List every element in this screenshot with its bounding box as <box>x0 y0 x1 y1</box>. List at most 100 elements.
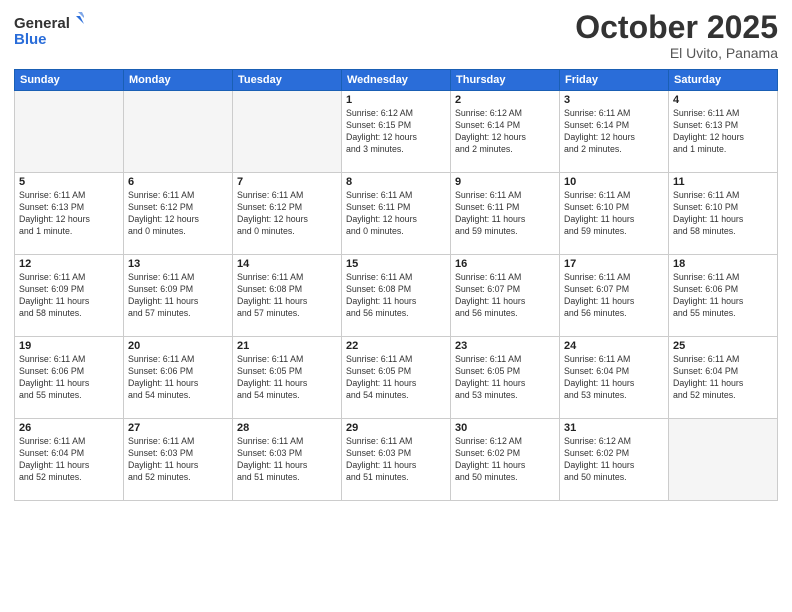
calendar-week-row: 1 Sunrise: 6:12 AM Sunset: 6:15 PM Daylig… <box>15 91 778 173</box>
header: General Blue October 2025 El Uvito, Pana… <box>14 10 778 61</box>
table-row: 8 Sunrise: 6:11 AM Sunset: 6:11 PM Daylig… <box>342 173 451 255</box>
day-number: 6 <box>128 176 228 188</box>
calendar-header-row: SundayMondayTuesdayWednesdayThursdayFrid… <box>15 70 778 91</box>
table-row: 1 Sunrise: 6:12 AM Sunset: 6:15 PM Daylig… <box>342 91 451 173</box>
table-row: 19 Sunrise: 6:11 AM Sunset: 6:06 PM Dayli… <box>15 337 124 419</box>
day-info: Sunrise: 6:11 AM Sunset: 6:05 PM Dayligh… <box>346 354 446 402</box>
table-row: 15Sunrise: 6:11 AM Sunset: 6:08 PM Dayli… <box>342 255 451 337</box>
logo: General Blue <box>14 10 84 54</box>
day-info: Sunrise: 6:11 AM Sunset: 6:05 PM Dayligh… <box>455 354 555 402</box>
table-row: 11 Sunrise: 6:11 AM Sunset: 6:10 PM Dayli… <box>669 173 778 255</box>
table-row: 27 Sunrise: 6:11 AM Sunset: 6:03 PM Dayli… <box>124 419 233 501</box>
calendar-week-row: 5 Sunrise: 6:11 AM Sunset: 6:13 PM Daylig… <box>15 173 778 255</box>
day-info: Sunrise: 6:11 AM Sunset: 6:04 PM Dayligh… <box>19 436 119 484</box>
day-info: Sunrise: 6:11 AM Sunset: 6:07 PM Dayligh… <box>455 272 555 320</box>
table-row: 28Sunrise: 6:11 AM Sunset: 6:03 PM Dayli… <box>233 419 342 501</box>
title-block: October 2025 El Uvito, Panama <box>575 10 778 61</box>
day-number: 1 <box>346 94 446 106</box>
day-info: Sunrise: 6:11 AM Sunset: 6:06 PM Dayligh… <box>673 272 773 320</box>
day-header: Saturday <box>669 70 778 91</box>
day-header: Monday <box>124 70 233 91</box>
day-number: 29 <box>346 422 446 434</box>
day-number: 5 <box>19 176 119 188</box>
day-number: 30 <box>455 422 555 434</box>
day-info: Sunrise: 6:11 AM Sunset: 6:11 PM Dayligh… <box>346 190 446 238</box>
table-row: 2 Sunrise: 6:12 AM Sunset: 6:14 PM Daylig… <box>451 91 560 173</box>
day-info: Sunrise: 6:11 AM Sunset: 6:14 PM Dayligh… <box>564 108 664 156</box>
day-info: Sunrise: 6:11 AM Sunset: 6:03 PM Dayligh… <box>346 436 446 484</box>
day-info: Sunrise: 6:11 AM Sunset: 6:10 PM Dayligh… <box>673 190 773 238</box>
day-number: 26 <box>19 422 119 434</box>
day-info: Sunrise: 6:11 AM Sunset: 6:08 PM Dayligh… <box>237 272 337 320</box>
day-number: 20 <box>128 340 228 352</box>
day-info: Sunrise: 6:11 AM Sunset: 6:04 PM Dayligh… <box>673 354 773 402</box>
day-info: Sunrise: 6:11 AM Sunset: 6:09 PM Dayligh… <box>128 272 228 320</box>
day-number: 2 <box>455 94 555 106</box>
day-info: Sunrise: 6:11 AM Sunset: 6:12 PM Dayligh… <box>128 190 228 238</box>
day-header: Thursday <box>451 70 560 91</box>
day-info: Sunrise: 6:12 AM Sunset: 6:02 PM Dayligh… <box>564 436 664 484</box>
day-number: 23 <box>455 340 555 352</box>
day-number: 12 <box>19 258 119 270</box>
day-header: Wednesday <box>342 70 451 91</box>
day-number: 18 <box>673 258 773 270</box>
table-row: 25 Sunrise: 6:11 AM Sunset: 6:04 PM Dayli… <box>669 337 778 419</box>
table-row: 31 Sunrise: 6:12 AM Sunset: 6:02 PM Dayli… <box>560 419 669 501</box>
day-number: 4 <box>673 94 773 106</box>
day-number: 10 <box>564 176 664 188</box>
table-row: 22Sunrise: 6:11 AM Sunset: 6:05 PM Dayli… <box>342 337 451 419</box>
table-row: 9 Sunrise: 6:11 AM Sunset: 6:11 PM Daylig… <box>451 173 560 255</box>
day-number: 31 <box>564 422 664 434</box>
day-info: Sunrise: 6:12 AM Sunset: 6:14 PM Dayligh… <box>455 108 555 156</box>
day-header: Tuesday <box>233 70 342 91</box>
calendar-week-row: 26 Sunrise: 6:11 AM Sunset: 6:04 PM Dayli… <box>15 419 778 501</box>
day-info: Sunrise: 6:11 AM Sunset: 6:11 PM Dayligh… <box>455 190 555 238</box>
day-number: 14 <box>237 258 337 270</box>
table-row: 21Sunrise: 6:11 AM Sunset: 6:05 PM Dayli… <box>233 337 342 419</box>
day-number: 16 <box>455 258 555 270</box>
day-info: Sunrise: 6:11 AM Sunset: 6:13 PM Dayligh… <box>19 190 119 238</box>
day-number: 17 <box>564 258 664 270</box>
table-row: 10 Sunrise: 6:11 AM Sunset: 6:10 PM Dayli… <box>560 173 669 255</box>
table-row: 16 Sunrise: 6:11 AM Sunset: 6:07 PM Dayli… <box>451 255 560 337</box>
day-number: 11 <box>673 176 773 188</box>
page: General Blue October 2025 El Uvito, Pana… <box>0 0 792 612</box>
table-row: 3Sunrise: 6:11 AM Sunset: 6:14 PM Daylig… <box>560 91 669 173</box>
day-number: 25 <box>673 340 773 352</box>
day-info: Sunrise: 6:11 AM Sunset: 6:13 PM Dayligh… <box>673 108 773 156</box>
day-header: Friday <box>560 70 669 91</box>
table-row: 30 Sunrise: 6:12 AM Sunset: 6:02 PM Dayli… <box>451 419 560 501</box>
day-number: 27 <box>128 422 228 434</box>
table-row: 14 Sunrise: 6:11 AM Sunset: 6:08 PM Dayli… <box>233 255 342 337</box>
table-row: 12Sunrise: 6:11 AM Sunset: 6:09 PM Dayli… <box>15 255 124 337</box>
day-number: 9 <box>455 176 555 188</box>
svg-text:Blue: Blue <box>14 31 47 48</box>
svg-text:General: General <box>14 15 70 32</box>
day-info: Sunrise: 6:11 AM Sunset: 6:06 PM Dayligh… <box>19 354 119 402</box>
table-row: 24 Sunrise: 6:11 AM Sunset: 6:04 PM Dayli… <box>560 337 669 419</box>
table-row: 13 Sunrise: 6:11 AM Sunset: 6:09 PM Dayli… <box>124 255 233 337</box>
table-row <box>669 419 778 501</box>
logo-svg: General Blue <box>14 10 84 54</box>
table-row: 23 Sunrise: 6:11 AM Sunset: 6:05 PM Dayli… <box>451 337 560 419</box>
day-number: 8 <box>346 176 446 188</box>
calendar-week-row: 12 Sunrise: 6:11 AM Sunset: 6:09 PM Dayli… <box>15 255 778 337</box>
day-number: 24 <box>564 340 664 352</box>
table-row <box>124 91 233 173</box>
day-number: 7 <box>237 176 337 188</box>
calendar: SundayMondayTuesdayWednesdayThursdayFrid… <box>14 69 778 501</box>
day-info: Sunrise: 6:11 AM Sunset: 6:04 PM Dayligh… <box>564 354 664 402</box>
day-info: Sunrise: 6:12 AM Sunset: 6:02 PM Dayligh… <box>455 436 555 484</box>
day-number: 15 <box>346 258 446 270</box>
day-info: Sunrise: 6:12 AM Sunset: 6:15 PM Dayligh… <box>346 108 446 156</box>
day-number: 13 <box>128 258 228 270</box>
day-info: Sunrise: 6:11 AM Sunset: 6:03 PM Dayligh… <box>128 436 228 484</box>
table-row: 5 Sunrise: 6:11 AM Sunset: 6:13 PM Daylig… <box>15 173 124 255</box>
day-number: 19 <box>19 340 119 352</box>
table-row <box>15 91 124 173</box>
day-number: 21 <box>237 340 337 352</box>
month-title: October 2025 <box>575 10 778 45</box>
table-row: 6 Sunrise: 6:11 AM Sunset: 6:12 PM Daylig… <box>124 173 233 255</box>
day-info: Sunrise: 6:11 AM Sunset: 6:10 PM Dayligh… <box>564 190 664 238</box>
day-number: 28 <box>237 422 337 434</box>
